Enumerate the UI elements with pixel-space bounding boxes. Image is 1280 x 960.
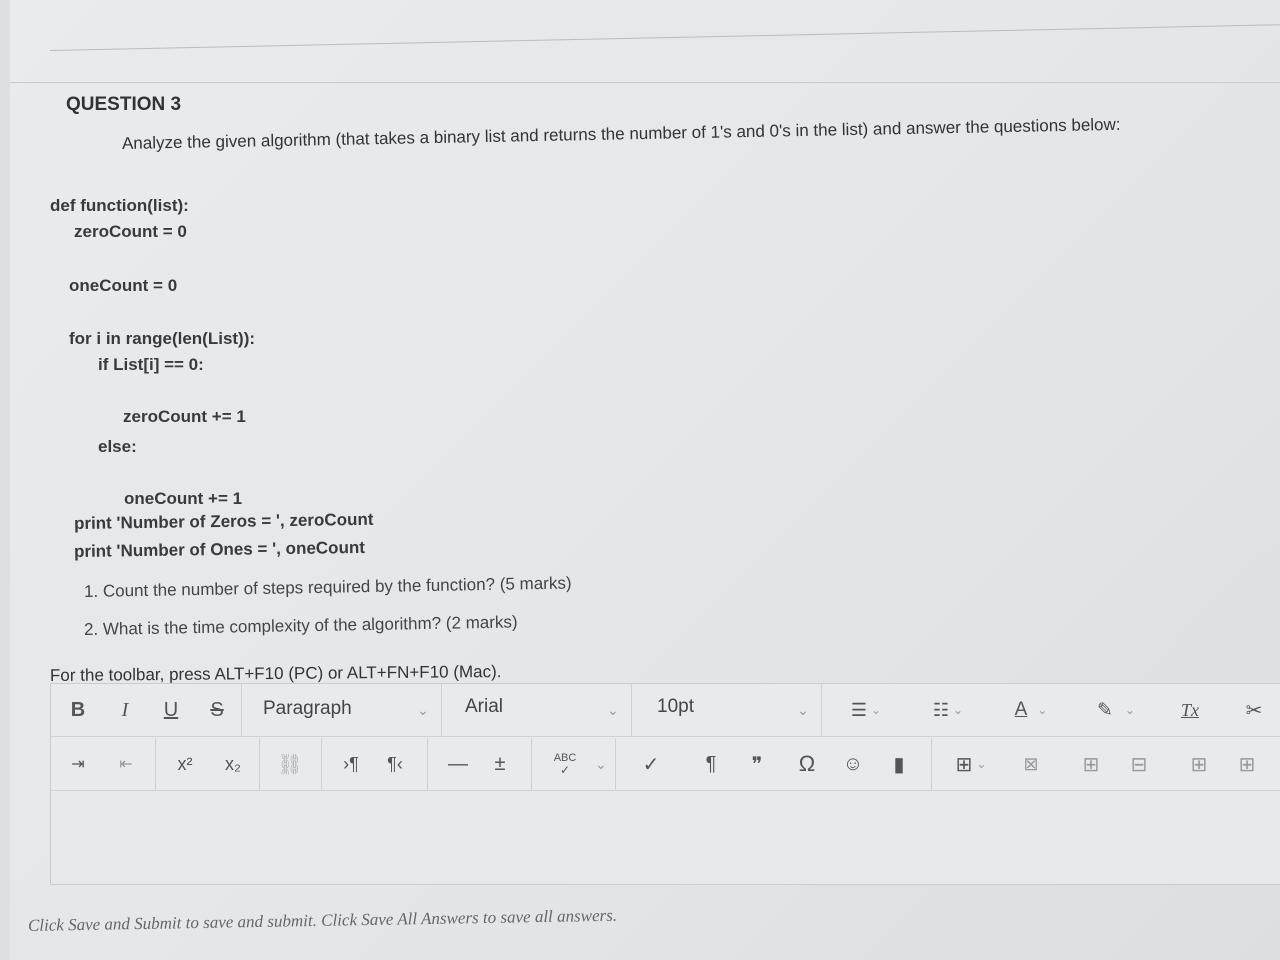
code-line: zeroCount += 1 (123, 407, 246, 426)
table-col-icon[interactable]: ⊟ (1125, 750, 1153, 778)
block-format-value: Paragraph (263, 698, 352, 719)
list-color-group: ☰ ⌄ ☷ ⌄ A ⌄ ✎ ⌄ Tx (821, 684, 1231, 736)
misc-insert-group: ✓ ¶ ❞ Ω ☺ ▮ (615, 738, 932, 790)
question-intro: Analyze the given algorithm (that takes … (121, 114, 1121, 153)
unlink-icon[interactable]: ⛓ (275, 750, 305, 778)
highlight-icon[interactable]: ✎ ⌄ (1085, 696, 1147, 724)
clear-formatting-icon[interactable]: Tx (1175, 696, 1205, 724)
subscript-icon[interactable]: x₂ (217, 750, 249, 778)
font-size-value: 10pt (657, 696, 694, 717)
ltr-icon[interactable]: ›¶ (335, 750, 367, 778)
code-line: zeroCount = 0 (74, 222, 187, 241)
bullet-list-icon[interactable]: ☰ ⌄ (841, 696, 891, 724)
code-line: def function(list): (50, 196, 189, 215)
subquestion: 1. Count the number of steps required by… (83, 573, 572, 601)
code-line: for i in range(len(List)): (69, 329, 256, 348)
page: QUESTION 3 Analyze the given algorithm (… (10, 0, 1280, 960)
table-icon[interactable]: ⊞ ⌄ (947, 750, 995, 778)
indent-icon[interactable]: ⇥ (65, 750, 91, 778)
table-row-icon[interactable]: ⊞ (1077, 750, 1105, 778)
font-color-icon[interactable]: A ⌄ (1001, 696, 1061, 724)
bookmark-icon[interactable]: ▮ (885, 750, 913, 778)
plus-minus-icon[interactable]: ± (485, 750, 515, 778)
subquestion: 2. What is the time complexity of the al… (83, 612, 518, 639)
direction-group: ›¶ ¶‹ (321, 738, 428, 790)
format-group: B I U S (51, 684, 242, 736)
block-format-select[interactable]: Paragraph ⌄ (241, 684, 442, 736)
toolbar-row-1: B I U S Paragraph ⌄ Arial ⌄ 10pt ⌄ ☰ ⌄ ☷… (51, 684, 1280, 737)
question-title: QUESTION 3 (66, 94, 182, 115)
code-line: oneCount = 0 (69, 276, 178, 295)
strikethrough-button[interactable]: S (205, 696, 229, 724)
cut-icon[interactable]: ✂ (1239, 696, 1269, 724)
code-line: if List[i] == 0: (98, 355, 204, 374)
bold-button[interactable]: B (65, 696, 91, 724)
horizontal-line-icon[interactable]: — (443, 750, 473, 778)
numbered-list-icon[interactable]: ☷ ⌄ (921, 696, 975, 724)
table-merge-icon[interactable]: ⊞ (1233, 750, 1261, 778)
editor-content-area[interactable] (51, 792, 1280, 884)
omega-icon[interactable]: Ω (793, 750, 821, 778)
checkmark-icon[interactable]: ✓ (637, 750, 665, 778)
outdent-icon[interactable]: ⇤ (113, 750, 139, 778)
chevron-down-icon: ⌄ (417, 702, 429, 718)
indent-group: ⇥ ⇤ (51, 738, 156, 790)
font-family-select[interactable]: Arial ⌄ (441, 684, 632, 736)
table-cell-icon[interactable]: ⊞ (1185, 750, 1213, 778)
code-line: print 'Number of Zeros = ', zeroCount (73, 509, 374, 533)
code-line: else: (98, 437, 137, 456)
spellcheck-group: ABC ✓ ⌄ (531, 738, 616, 790)
delete-table-icon[interactable]: ⊠ (1017, 750, 1045, 778)
code-line: print 'Number of Ones = ', oneCount (73, 537, 366, 561)
code-line: oneCount += 1 (124, 489, 243, 508)
font-size-select[interactable]: 10pt ⌄ (631, 684, 822, 736)
italic-button[interactable]: I (113, 696, 137, 724)
superscript-icon[interactable]: x² (169, 750, 201, 778)
underline-button[interactable]: U (159, 696, 183, 724)
quote-icon[interactable]: ❞ (743, 750, 771, 778)
paragraph-icon[interactable]: ¶ (697, 750, 725, 778)
script-group: x² x₂ (155, 738, 260, 790)
link-group: ⛓ (259, 738, 322, 790)
font-family-value: Arial (465, 696, 504, 717)
chevron-down-icon: ⌄ (595, 756, 607, 772)
submit-instructions: Click Save and Submit to save and submit… (27, 905, 618, 935)
toolbar-row-2: ⇥ ⇤ x² x₂ ⛓ ›¶ ¶‹ — ± ABC ✓ ⌄ ✓ ¶ ❞ Ω ☺ … (51, 738, 1280, 791)
chevron-down-icon: ⌄ (607, 702, 619, 718)
divider (10, 82, 1280, 83)
chevron-down-icon: ⌄ (797, 702, 809, 718)
spellcheck-icon[interactable]: ABC ✓ (545, 750, 585, 778)
emoji-icon[interactable]: ☺ (839, 750, 867, 778)
font-color-letter: A (1014, 699, 1028, 720)
rtl-icon[interactable]: ¶‹ (379, 750, 411, 778)
insert-group: — ± (427, 738, 532, 790)
rich-text-editor[interactable]: B I U S Paragraph ⌄ Arial ⌄ 10pt ⌄ ☰ ⌄ ☷… (50, 683, 1280, 885)
divider (49, 24, 1280, 51)
